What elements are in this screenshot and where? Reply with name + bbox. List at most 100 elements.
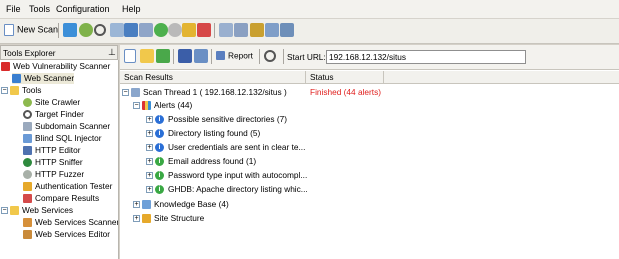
toolbar-separator [214, 23, 215, 38]
knowledge-base-row[interactable]: + Knowledge Base (4) [133, 198, 229, 210]
expand-icon[interactable]: + [146, 186, 153, 194]
new-scan-label: New Scan [17, 24, 59, 35]
new-document-icon [4, 24, 14, 36]
scan-wizard-icon[interactable] [63, 23, 77, 37]
collapse-icon[interactable]: − [122, 89, 129, 97]
start-url-input[interactable] [326, 50, 526, 64]
sql-injector-icon [23, 134, 32, 144]
target-finder-icon [23, 110, 32, 120]
alerts-chart-icon [142, 101, 151, 111]
reporter-icon[interactable] [265, 23, 279, 37]
toolbar-separator [58, 23, 59, 38]
web-scanner-icon [12, 74, 21, 84]
tools-explorer-header: Tools Explorer ⊥ [0, 45, 118, 60]
search-icon[interactable] [264, 50, 276, 62]
scheduler-icon[interactable] [250, 23, 264, 37]
site-structure-row[interactable]: + Site Structure [133, 212, 204, 224]
tools-explorer-title: Tools Explorer [3, 48, 56, 58]
alerts-row[interactable]: − Alerts (44) [133, 99, 192, 111]
tree-item-blind-sql-injector[interactable]: Blind SQL Injector [23, 133, 102, 144]
column-scan-results[interactable]: Scan Results [124, 72, 173, 82]
crawler-icon[interactable] [79, 23, 93, 37]
toolbar-separator [211, 49, 212, 64]
tree-item-web-services-editor[interactable]: Web Services Editor [23, 229, 110, 240]
tools-explorer-tree: Web Vulnerability Scanner Web Scanner − T… [0, 60, 119, 259]
menu-help[interactable]: Help [122, 4, 141, 14]
search-icon[interactable] [94, 24, 106, 36]
column-status[interactable]: Status [310, 72, 334, 82]
authentication-icon[interactable] [182, 23, 196, 37]
subdomain-scanner-icon [23, 122, 32, 132]
expand-icon[interactable]: + [146, 130, 153, 138]
expand-icon[interactable]: + [146, 116, 153, 124]
tree-item-http-fuzzer[interactable]: HTTP Fuzzer [23, 169, 84, 180]
settings-icon[interactable] [280, 23, 294, 37]
report-icon [216, 51, 225, 61]
tree-item-http-sniffer[interactable]: HTTP Sniffer [23, 157, 83, 168]
http-fuzzer-icon[interactable] [168, 23, 182, 37]
info-icon: i [155, 185, 164, 195]
site-crawler-icon [23, 98, 32, 108]
tree-item-web-services[interactable]: − Web Services [1, 205, 73, 216]
open-folder-icon[interactable] [140, 49, 154, 63]
web-services-editor-icon[interactable] [234, 23, 248, 37]
compare-results-icon [23, 194, 32, 204]
tree-item-target-finder[interactable]: Target Finder [23, 109, 84, 120]
expand-icon[interactable]: + [133, 215, 140, 223]
tree-item-subdomain-scanner[interactable]: Subdomain Scanner [23, 121, 110, 132]
expand-icon[interactable]: + [146, 172, 153, 180]
http-fuzzer-icon [23, 170, 32, 180]
http-sniffer-icon[interactable] [154, 23, 168, 37]
scan-thread-row[interactable]: − Scan Thread 1 ( 192.168.12.132/situs ) [122, 86, 287, 98]
collapse-icon[interactable]: − [1, 87, 8, 95]
expand-icon[interactable]: + [133, 201, 140, 209]
scan-settings-icon[interactable] [156, 49, 170, 63]
column-divider[interactable] [305, 71, 306, 83]
scan-status: Finished (44 alerts) [310, 87, 382, 97]
folder-icon [10, 86, 19, 96]
collapse-icon[interactable]: − [133, 102, 140, 110]
save-icon[interactable] [178, 49, 192, 63]
new-document-icon[interactable] [124, 49, 136, 63]
tree-item-http-editor[interactable]: HTTP Editor [23, 145, 81, 156]
alert-item[interactable]: + i Password type input with autocompl... [146, 169, 307, 181]
tree-item-authentication-tester[interactable]: Authentication Tester [23, 181, 112, 192]
tree-item-web-scanner[interactable]: Web Scanner [12, 73, 75, 84]
alert-item[interactable]: + i User credentials are sent in clear te.… [146, 141, 305, 153]
report-button[interactable]: Report [216, 50, 253, 64]
tree-item-site-crawler[interactable]: Site Crawler [23, 97, 80, 108]
menu-configuration[interactable]: Configuration [56, 4, 110, 14]
export-icon[interactable] [194, 49, 208, 63]
http-sniffer-icon [23, 158, 32, 168]
expand-icon[interactable]: + [146, 158, 153, 166]
compare-icon[interactable] [197, 23, 211, 37]
subdomain-icon[interactable] [110, 23, 124, 37]
main-toolbar: New Scan [0, 19, 619, 44]
menu-tools[interactable]: Tools [29, 4, 50, 14]
alert-item[interactable]: + i Possible sensitive directories (7) [146, 113, 287, 125]
alert-item[interactable]: + i Directory listing found (5) [146, 127, 260, 139]
http-editor-icon[interactable] [139, 23, 153, 37]
pin-icon[interactable]: ⊥ [108, 47, 116, 58]
start-url-label: Start URL: [287, 52, 326, 62]
sql-injector-icon[interactable] [124, 23, 138, 37]
collapse-icon[interactable]: − [1, 207, 8, 215]
info-icon: i [155, 143, 164, 153]
site-structure-icon [142, 214, 151, 224]
tree-item-web-services-scanner[interactable]: Web Services Scanner [23, 217, 118, 228]
web-services-scanner-icon[interactable] [219, 23, 233, 37]
alert-item[interactable]: + i Email address found (1) [146, 155, 256, 167]
expand-icon[interactable]: + [146, 144, 153, 152]
info-icon: i [155, 171, 164, 181]
web-services-editor-icon [23, 230, 32, 240]
menu-file[interactable]: File [6, 4, 21, 14]
tree-item-web-vulnerability-scanner[interactable]: Web Vulnerability Scanner [1, 61, 110, 72]
menu-bar: File Tools Configuration Help [0, 0, 619, 19]
tree-item-compare-results[interactable]: Compare Results [23, 193, 99, 204]
new-scan-button[interactable]: New Scan [4, 23, 58, 38]
scan-toolbar: Report Start URL: [120, 45, 619, 70]
column-divider[interactable] [383, 71, 384, 83]
tree-item-tools[interactable]: − Tools [1, 85, 41, 96]
alert-item[interactable]: + i GHDB: Apache directory listing whic... [146, 183, 308, 195]
folder-icon [10, 206, 19, 216]
